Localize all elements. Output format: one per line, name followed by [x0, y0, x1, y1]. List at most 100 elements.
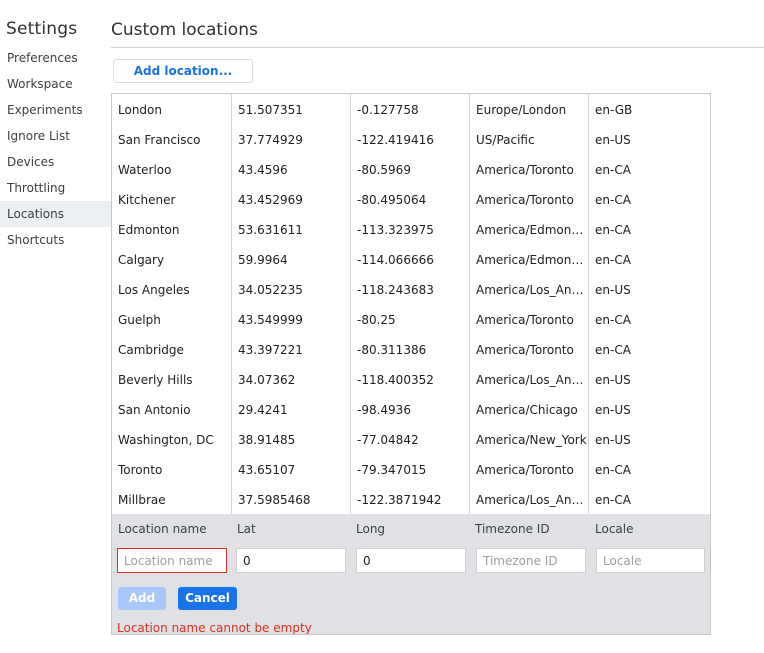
location-row[interactable]: Los Angeles 34.052235 -118.243683 America/L… [112, 274, 710, 304]
location-long-cell: -77.04842 [351, 424, 470, 454]
add-location-button[interactable]: Add location... [113, 59, 253, 83]
validation-error: Location name cannot be empty [117, 621, 312, 635]
sidebar-item-throttling[interactable]: Throttling [0, 175, 111, 201]
sidebar-item-devices[interactable]: Devices [0, 149, 111, 175]
location-name-cell: Millbrae [112, 484, 232, 514]
location-row[interactable]: San Antonio 29.4241 -98.4936 America/Chicag… [112, 394, 710, 424]
label-long: Long [356, 522, 386, 536]
location-lat-cell: 51.507351 [232, 94, 351, 124]
location-locale-cell: en-US [595, 373, 631, 387]
location-editor: Location name Lat Long Timezone ID Local… [112, 514, 710, 635]
location-timezone-cell: Europe/London [470, 94, 589, 124]
location-lat-cell: 37.774929 [232, 124, 351, 154]
location-timezone-cell: America/Los_Angeles [470, 364, 589, 394]
location-long-cell: -80.495064 [351, 184, 470, 214]
sidebar-item-ignore-list[interactable]: Ignore List [0, 123, 111, 149]
lat-input[interactable] [236, 548, 346, 573]
title-divider [111, 47, 764, 48]
location-long-cell: -98.4936 [351, 394, 470, 424]
location-locale-cell: en-US [595, 283, 631, 297]
location-lat-cell: 43.452969 [232, 184, 351, 214]
location-locale-cell: en-GB [595, 103, 633, 117]
location-name-cell: Guelph [112, 304, 232, 334]
sidebar-item-locations[interactable]: Locations [0, 201, 111, 227]
location-long-cell: -122.419416 [351, 124, 470, 154]
location-locale-cell: en-CA [595, 253, 631, 267]
location-timezone-cell: America/Edmonton [470, 214, 589, 244]
location-row[interactable]: Toronto 43.65107 -79.347015 America/Toronto… [112, 454, 710, 484]
sidebar-item-workspace[interactable]: Workspace [0, 71, 111, 97]
location-row[interactable]: Calgary 59.9964 -114.066666 America/Edmonto… [112, 244, 710, 274]
settings-title: Settings [6, 19, 78, 39]
location-name-cell: Kitchener [112, 184, 232, 214]
location-lat-cell: 43.4596 [232, 154, 351, 184]
sidebar-item-shortcuts[interactable]: Shortcuts [0, 227, 111, 253]
location-lat-cell: 34.052235 [232, 274, 351, 304]
location-lat-cell: 43.549999 [232, 304, 351, 334]
location-long-cell: -118.400352 [351, 364, 470, 394]
location-timezone-cell: US/Pacific [470, 124, 589, 154]
long-input[interactable] [356, 548, 466, 573]
location-name-cell: Cambridge [112, 334, 232, 364]
location-long-cell: -80.5969 [351, 154, 470, 184]
location-name-cell: London [112, 94, 232, 124]
location-timezone-cell: America/Edmonton [470, 244, 589, 274]
location-name-cell: Toronto [112, 454, 232, 484]
location-timezone-cell: America/Los_Angeles [470, 274, 589, 304]
location-row[interactable]: London 51.507351 -0.127758 Europe/London en-… [112, 94, 710, 124]
location-row[interactable]: Cambridge 43.397221 -80.311386 America/Toro… [112, 334, 710, 364]
location-lat-cell: 53.631611 [232, 214, 351, 244]
location-locale-cell: en-CA [595, 193, 631, 207]
location-row[interactable]: Kitchener 43.452969 -80.495064 America/Toro… [112, 184, 710, 214]
location-timezone-cell: America/Toronto [470, 304, 589, 334]
label-location-name: Location name [118, 522, 207, 536]
location-timezone-cell: America/Chicago [470, 394, 589, 424]
label-locale: Locale [595, 522, 634, 536]
location-name-cell: Washington, DC [112, 424, 232, 454]
location-row[interactable]: San Francisco 37.774929 -122.419416 US/Paci… [112, 124, 710, 154]
location-lat-cell: 43.65107 [232, 454, 351, 484]
locale-input[interactable] [596, 548, 705, 573]
location-row[interactable]: Millbrae 37.5985468 -122.3871942 America/Lo… [112, 484, 710, 514]
location-row[interactable]: Edmonton 53.631611 -113.323975 America/Edmo… [112, 214, 710, 244]
location-lat-cell: 37.5985468 [232, 484, 351, 514]
location-long-cell: -79.347015 [351, 454, 470, 484]
location-locale-cell: en-CA [595, 313, 631, 327]
location-timezone-cell: America/Toronto [470, 454, 589, 484]
sidebar-item-experiments[interactable]: Experiments [0, 97, 111, 123]
page-title: Custom locations [111, 20, 258, 40]
sidebar-item-preferences[interactable]: Preferences [0, 45, 111, 71]
timezone-input[interactable] [476, 548, 586, 573]
location-name-cell: Los Angeles [112, 274, 232, 304]
location-long-cell: -113.323975 [351, 214, 470, 244]
location-lat-cell: 29.4241 [232, 394, 351, 424]
location-row[interactable]: Beverly Hills 34.07362 -118.400352 America/… [112, 364, 710, 394]
location-long-cell: -114.066666 [351, 244, 470, 274]
location-name-cell: Calgary [112, 244, 232, 274]
location-name-input[interactable] [117, 548, 227, 573]
location-lat-cell: 43.397221 [232, 334, 351, 364]
location-long-cell: -122.3871942 [351, 484, 470, 514]
location-lat-cell: 34.07362 [232, 364, 351, 394]
location-timezone-cell: America/Toronto [470, 184, 589, 214]
location-locale-cell: en-US [595, 433, 631, 447]
location-timezone-cell: America/Toronto [470, 334, 589, 364]
location-timezone-cell: America/New_York [470, 424, 589, 454]
settings-sidebar: Settings Preferences Workspace Experimen… [0, 0, 111, 653]
label-timezone: Timezone ID [475, 522, 550, 536]
location-long-cell: -0.127758 [351, 94, 470, 124]
location-timezone-cell: America/Toronto [470, 154, 589, 184]
location-long-cell: -118.243683 [351, 274, 470, 304]
location-timezone-cell: America/Los_Angeles [470, 484, 589, 514]
location-locale-cell: en-CA [595, 223, 631, 237]
location-row[interactable]: Waterloo 43.4596 -80.5969 America/Toronto en… [112, 154, 710, 184]
location-locale-cell: en-US [595, 403, 631, 417]
location-locale-cell: en-CA [595, 163, 631, 177]
location-row[interactable]: Washington, DC 38.91485 -77.04842 America/N… [112, 424, 710, 454]
location-name-cell: Beverly Hills [112, 364, 232, 394]
add-button[interactable]: Add [118, 587, 166, 610]
locations-list: London 51.507351 -0.127758 Europe/London en-… [111, 93, 711, 635]
location-locale-cell: en-CA [595, 493, 631, 507]
location-row[interactable]: Guelph 43.549999 -80.25 America/Toronto en-C… [112, 304, 710, 334]
cancel-button[interactable]: Cancel [178, 587, 237, 610]
